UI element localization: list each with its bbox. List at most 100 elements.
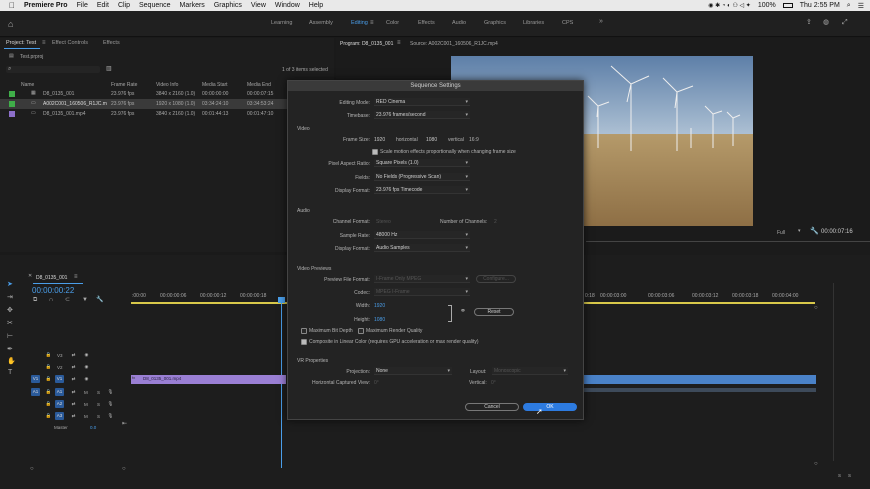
configure-button[interactable]: Configure... bbox=[476, 275, 516, 283]
scroll-handle-icon[interactable]: ○ bbox=[814, 461, 818, 467]
mic-icon[interactable]: 🎙 bbox=[106, 412, 115, 420]
workspace-libraries[interactable]: Libraries bbox=[523, 20, 544, 26]
nest-icon[interactable]: ⧉ bbox=[33, 297, 37, 303]
track-lock-icon[interactable]: 🔒 bbox=[44, 412, 53, 420]
track-lock-icon[interactable]: 🔒 bbox=[44, 400, 53, 408]
list-icon[interactable]: ☰ bbox=[858, 2, 864, 10]
meter-solo-button[interactable]: S bbox=[848, 473, 851, 478]
panel-menu-icon[interactable]: ≡ bbox=[397, 40, 401, 46]
apple-icon[interactable]:  bbox=[9, 1, 15, 10]
vertical2-value[interactable]: 0° bbox=[491, 380, 496, 386]
new-bin-icon[interactable]: ▥ bbox=[106, 66, 112, 72]
col-name[interactable]: Name bbox=[21, 82, 34, 88]
track-lock-icon[interactable]: 🔒 bbox=[44, 363, 53, 371]
timeline-timecode[interactable]: 00:00:00:22 bbox=[32, 286, 74, 295]
menu-lines-icon[interactable]: ≡ bbox=[370, 20, 374, 26]
workspace-assembly[interactable]: Assembly bbox=[309, 20, 333, 26]
preview-format-select[interactable]: I-Frame Only MPEG bbox=[374, 275, 470, 283]
track-sync-icon[interactable]: ⇄ bbox=[69, 412, 78, 420]
menu-sequence[interactable]: Sequence bbox=[139, 2, 171, 9]
menu-app[interactable]: Premiere Pro bbox=[24, 2, 68, 9]
table-row-selected[interactable]: ▭ A002C001_160506_R1JC.m 23.976 fps 1920… bbox=[0, 99, 334, 109]
chain-link-icon[interactable]: ⚭ bbox=[460, 308, 466, 315]
editing-mode-select[interactable]: RED Cinema bbox=[374, 98, 470, 106]
menubar-clock[interactable]: Thu 2:55 PM bbox=[800, 2, 840, 9]
track-sync-icon[interactable]: ⇄ bbox=[69, 400, 78, 408]
linked-selection-icon[interactable]: ⊂ bbox=[65, 297, 70, 303]
eye-icon[interactable]: ◉ bbox=[82, 375, 91, 383]
solo-button[interactable]: S bbox=[97, 402, 100, 407]
home-icon[interactable]: ⌂ bbox=[8, 20, 13, 29]
scale-motion-checkbox[interactable] bbox=[372, 149, 378, 155]
frame-width-input[interactable]: 1920 bbox=[374, 137, 385, 143]
projection-select[interactable]: None bbox=[374, 367, 452, 375]
track-v1[interactable]: V1 bbox=[55, 375, 64, 383]
search-icon[interactable]: ⌕ bbox=[847, 2, 851, 10]
preview-height-input[interactable]: 1080 bbox=[374, 317, 385, 323]
max-render-checkbox[interactable] bbox=[358, 328, 364, 334]
panel-menu-icon[interactable]: ≡ bbox=[42, 40, 46, 46]
par-select[interactable]: Square Pixels (1.0) bbox=[374, 159, 470, 167]
selection-tool-icon[interactable]: ➤ bbox=[7, 281, 13, 288]
zoom-handle-icon[interactable]: ○ bbox=[30, 466, 34, 472]
menu-window[interactable]: Window bbox=[275, 2, 300, 9]
tab-project[interactable]: Project: Test bbox=[6, 40, 36, 46]
track-lock-icon[interactable]: 🔒 bbox=[44, 375, 53, 383]
workspace-color[interactable]: Color bbox=[386, 20, 399, 26]
source-patch-a1[interactable]: A1 bbox=[31, 388, 40, 396]
sequence-tab[interactable]: D8_0135_001 bbox=[36, 275, 67, 281]
menu-file[interactable]: File bbox=[77, 2, 88, 9]
wrench-icon[interactable]: 🔧 bbox=[810, 228, 819, 235]
hcv-value[interactable]: 0° bbox=[374, 380, 379, 386]
more-workspaces-icon[interactable]: » bbox=[599, 18, 603, 25]
composite-linear-checkbox[interactable] bbox=[301, 339, 307, 345]
video-clip[interactable]: fx D8_0135_001.mp4 bbox=[131, 375, 286, 384]
track-v2[interactable]: V2 bbox=[57, 365, 63, 370]
display-format-select[interactable]: 23.976 fps Timecode bbox=[374, 186, 470, 194]
solo-button[interactable]: S bbox=[97, 414, 100, 419]
menu-help[interactable]: Help bbox=[309, 2, 323, 9]
ripple-edit-icon[interactable]: ✥ bbox=[7, 307, 13, 314]
eye-icon[interactable]: ◉ bbox=[82, 351, 91, 359]
tab-effect-controls[interactable]: Effect Controls bbox=[52, 40, 88, 46]
playhead-handle[interactable] bbox=[278, 297, 285, 303]
expand-icon[interactable]: ⤢ bbox=[842, 19, 848, 26]
workspace-audio[interactable]: Audio bbox=[452, 20, 466, 26]
sample-rate-select[interactable]: 48000 Hz bbox=[374, 231, 470, 239]
track-lock-icon[interactable]: 🔒 bbox=[44, 351, 53, 359]
layout-select[interactable]: Monoscopic bbox=[492, 367, 568, 375]
audio-clip-right[interactable] bbox=[584, 388, 816, 392]
zoom-handle-icon[interactable]: ○ bbox=[122, 466, 126, 472]
solo-button[interactable]: S bbox=[97, 390, 100, 395]
notifications-icon[interactable]: ◍ bbox=[823, 19, 829, 26]
track-a2[interactable]: A2 bbox=[55, 400, 64, 408]
eye-icon[interactable]: ◉ bbox=[82, 363, 91, 371]
fields-select[interactable]: No Fields (Progressive Scan) bbox=[374, 173, 470, 181]
slip-tool-icon[interactable]: ⊢ bbox=[7, 333, 13, 340]
status-icons[interactable]: ◉ ✱ ◔ ◐ ⚇ ◁ ✦ bbox=[708, 2, 751, 9]
col-media-start[interactable]: Media Start bbox=[202, 82, 228, 88]
table-row[interactable]: ▦ D8_0135_001 23.976 fps 3840 x 2160 (1.… bbox=[0, 89, 334, 99]
panel-menu-icon[interactable]: ≡ bbox=[74, 274, 78, 280]
timebase-select[interactable]: 23.976 frames/second bbox=[374, 111, 470, 119]
battery-icon[interactable] bbox=[782, 3, 793, 8]
meter-solo-button[interactable]: S bbox=[838, 473, 841, 478]
track-a3[interactable]: A3 bbox=[55, 412, 64, 420]
workspace-effects[interactable]: Effects bbox=[418, 20, 435, 26]
track-a1[interactable]: A1 bbox=[55, 388, 64, 396]
track-v3[interactable]: V3 bbox=[57, 353, 63, 358]
track-select-icon[interactable]: ⇥ bbox=[7, 294, 13, 301]
workspace-editing[interactable]: Editing bbox=[351, 20, 368, 26]
mute-button[interactable]: M bbox=[84, 402, 88, 407]
mute-button[interactable]: M bbox=[84, 390, 88, 395]
track-sync-icon[interactable]: ⇄ bbox=[69, 363, 78, 371]
scroll-handle-icon[interactable]: ○ bbox=[814, 305, 818, 311]
mute-button[interactable]: M bbox=[84, 414, 88, 419]
cancel-button[interactable]: Cancel bbox=[465, 403, 519, 411]
track-lock-icon[interactable]: 🔒 bbox=[44, 388, 53, 396]
col-media-end[interactable]: Media End bbox=[247, 82, 271, 88]
channel-format-select[interactable]: Stereo bbox=[376, 219, 391, 225]
menu-clip[interactable]: Clip bbox=[118, 2, 130, 9]
table-row[interactable]: ▭ D8_0135_001.mp4 23.976 fps 3840 x 2160… bbox=[0, 109, 334, 119]
snap-icon[interactable]: ∩ bbox=[49, 297, 53, 303]
